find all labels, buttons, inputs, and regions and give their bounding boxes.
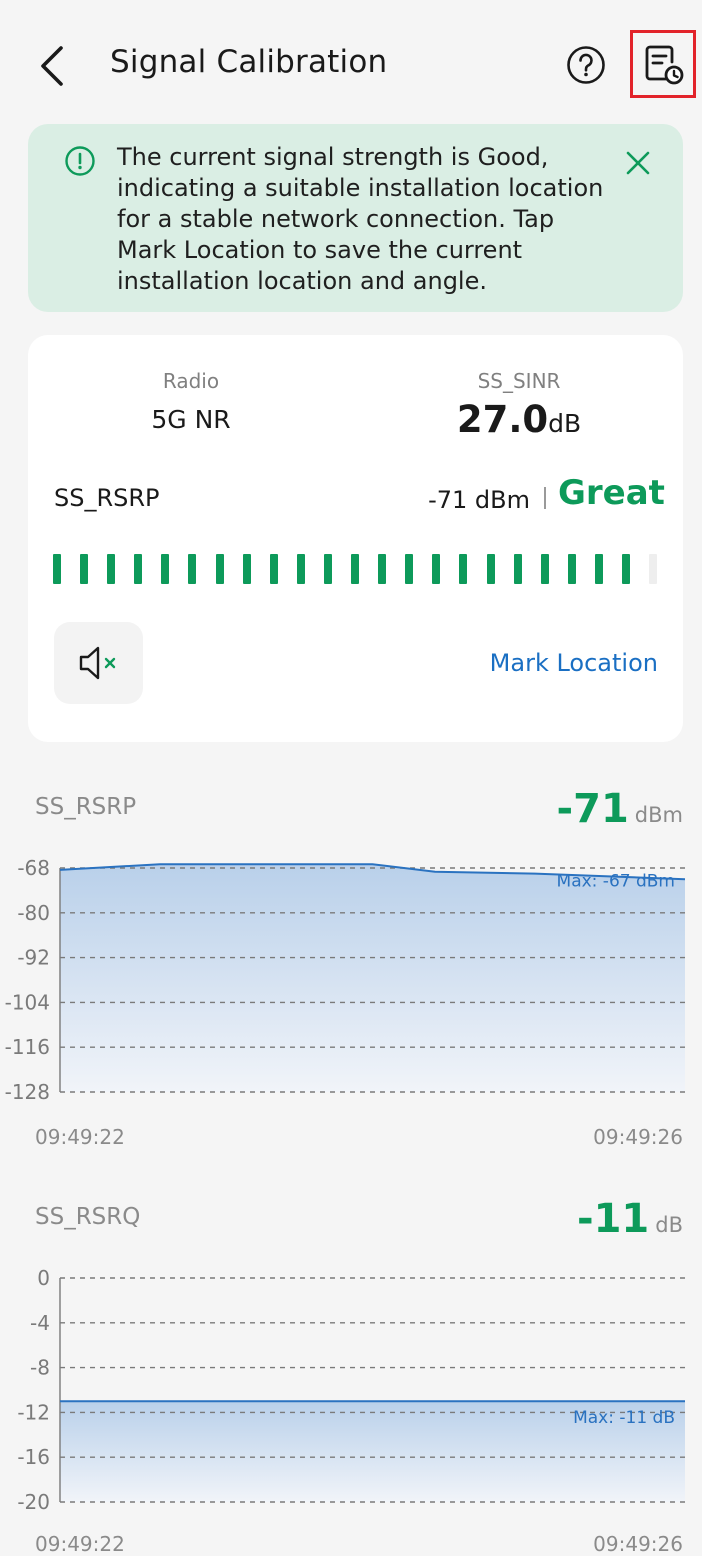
help-button[interactable]: [566, 45, 606, 85]
rsrp-chart: -68 -80 -92 -104 -116 -128 Max: -67 dBm: [5, 856, 686, 1100]
strength-segment: [188, 554, 197, 584]
speaker-muted-icon: [79, 646, 115, 680]
chevron-left-icon: [41, 46, 63, 86]
rsrp-chart-section: SS_RSRP -71 dBm -68 -80 -92 -104 -116 -128 Max:…: [0, 780, 702, 1160]
strength-segment: [459, 554, 468, 584]
rsrq-chart: 0 -4 -8 -12 -16 -20 Max: -11 dB: [17, 1266, 685, 1510]
strength-segment: [513, 554, 522, 584]
strength-segment: [540, 554, 549, 584]
strength-segment: [269, 554, 278, 584]
rsrp-tick-label: -128: [5, 1080, 50, 1100]
signal-status-banner: The current signal strength is Good, ind…: [28, 124, 683, 312]
strength-segment: [323, 554, 332, 584]
rsrq-tick-label: -20: [17, 1490, 50, 1510]
sinr-value: 27.0dB: [428, 398, 610, 441]
document-clock-icon: [645, 45, 684, 85]
rsrp-area-fill: [60, 864, 685, 1092]
strength-segment: [486, 554, 495, 584]
rsrp-value: -71 dBm: [428, 486, 530, 514]
sinr-label: SS_SINR: [477, 369, 561, 393]
info-circle-icon: [65, 146, 95, 176]
rsrp-current-value: -71 dBm: [557, 786, 683, 832]
sinr-number: 27.0: [456, 398, 549, 441]
rsrq-tick-label: 0: [37, 1266, 50, 1290]
rsrq-time-start: 09:49:22: [35, 1532, 125, 1556]
rsrq-chart-title: SS_RSRQ: [35, 1204, 141, 1230]
rsrq-tick-label: -16: [17, 1445, 50, 1469]
rsrp-time-end: 09:49:26: [593, 1125, 683, 1149]
rsrq-current-number: -11: [576, 1196, 650, 1242]
rsrp-divider: [544, 487, 546, 509]
strength-segment: [567, 554, 576, 584]
back-button[interactable]: [28, 40, 76, 92]
mark-location-button[interactable]: Mark Location: [458, 649, 658, 677]
strength-segment: [432, 554, 441, 584]
page-title: Signal Calibration: [110, 44, 388, 80]
strength-segment: [378, 554, 387, 584]
rsrp-tick-label: -80: [17, 901, 50, 925]
rsrp-tick-label: -92: [17, 946, 50, 970]
rsrq-tick-label: -8: [30, 1356, 50, 1380]
rsrq-chart-section: SS_RSRQ -11 dB 0 -4 -8 -12 -16 -20 Max: -11 dB …: [0, 1190, 702, 1556]
rsrp-current-unit: dBm: [634, 803, 683, 827]
rsrq-tick-label: -12: [17, 1400, 50, 1424]
radio-label: Radio: [162, 369, 220, 393]
rsrq-current-unit: dB: [655, 1213, 683, 1237]
rsrp-tick-label: -104: [5, 990, 50, 1014]
rsrp-tick-label: -116: [5, 1035, 50, 1059]
rsrq-max-label: Max: -11 dB: [573, 1408, 675, 1428]
strength-segment: [215, 554, 224, 584]
strength-segment: [80, 554, 89, 584]
mute-button[interactable]: [54, 622, 143, 704]
strength-segment: [107, 554, 116, 584]
rsrp-max-label: Max: -67 dBm: [557, 871, 675, 891]
strength-segment: [621, 554, 630, 584]
close-icon[interactable]: [622, 147, 654, 179]
strength-segment: [649, 554, 658, 584]
rsrq-tick-label: -4: [30, 1311, 50, 1335]
rsrp-chart-title: SS_RSRP: [35, 794, 137, 820]
rsrp-time-start: 09:49:22: [35, 1125, 125, 1149]
strength-segment: [134, 554, 143, 584]
strength-segment: [296, 554, 305, 584]
history-button[interactable]: [630, 30, 696, 98]
strength-segment: [405, 554, 414, 584]
question-circle-icon: [567, 46, 605, 84]
strength-segment: [351, 554, 360, 584]
rsrp-tick-label: -68: [17, 856, 50, 880]
strength-segment: [594, 554, 603, 584]
banner-message: The current signal strength is Good, ind…: [117, 143, 604, 295]
rsrq-time-end: 09:49:26: [593, 1532, 683, 1556]
strength-segment: [242, 554, 251, 584]
signal-info-card: Radio 5G NR SS_SINR 27.0dB SS_RSRP -71 d…: [28, 335, 683, 742]
rsrp-label: SS_RSRP: [54, 484, 160, 512]
rsrq-current-value: -11 dB: [577, 1196, 683, 1242]
rsrp-current-number: -71: [556, 786, 629, 832]
strength-segment: [161, 554, 170, 584]
sinr-unit: dB: [548, 409, 582, 438]
rsrp-quality-badge: Great: [558, 473, 665, 513]
radio-value: 5G NR: [151, 405, 231, 434]
strength-segment: [53, 554, 61, 584]
signal-strength-bar: [53, 554, 659, 584]
app-header: Signal Calibration: [0, 0, 702, 130]
